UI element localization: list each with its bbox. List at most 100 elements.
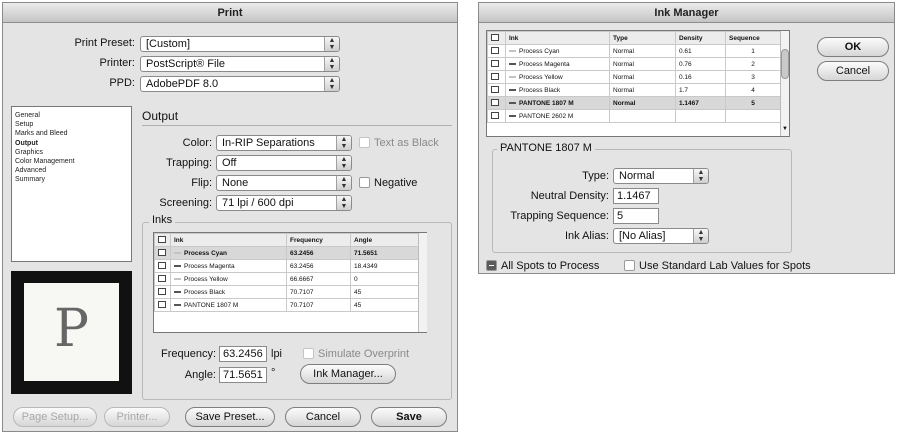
process-icon[interactable] [491, 112, 499, 120]
save-preset-button[interactable]: Save Preset... [185, 407, 275, 427]
ink-type: Normal [609, 44, 676, 58]
sidebar-item-output[interactable]: Output [12, 139, 131, 148]
ink-manager-row[interactable]: Process Black Normal 1.7 4 [487, 83, 781, 97]
sidebar-item-summary[interactable]: Summary [12, 175, 131, 184]
print-preset-select[interactable]: [Custom] ▲ ▼ [140, 36, 340, 52]
ink-screen-grid: Ink Frequency Angle Process Cyan 63.2456… [154, 233, 419, 312]
sequence-column-header[interactable]: Sequence [725, 31, 781, 45]
flip-label: Flip: [191, 177, 212, 189]
ink-row[interactable]: Process Yellow 66.6667 0 [154, 272, 419, 286]
scroll-down-arrow-icon[interactable]: ▼ [782, 126, 788, 132]
ink-alias-select[interactable]: [No Alias] ▲ ▼ [613, 228, 709, 244]
ink-name-cell: Process Magenta [170, 259, 287, 273]
sidebar-item-color-management[interactable]: Color Management [12, 157, 131, 166]
printer-icon[interactable] [158, 249, 166, 257]
angle-column-header[interactable]: Angle [350, 233, 419, 247]
process-icon[interactable] [491, 60, 499, 68]
ink-manager-row[interactable]: PANTONE 1807 M Normal 1.1467 5 [487, 96, 781, 110]
ink-density: 0.76 [675, 57, 726, 71]
printer-select[interactable]: PostScript® File ▲ ▼ [140, 56, 340, 72]
ink-manager-row[interactable]: Process Cyan Normal 0.61 1 [487, 44, 781, 58]
ink-manager-grid: Ink Type Density Sequence Process Cyan N… [487, 31, 781, 123]
ink-table-scrollbar[interactable] [418, 233, 427, 332]
printer-icon[interactable] [158, 275, 166, 283]
cancel-button[interactable]: Cancel [285, 407, 361, 427]
printer-icon[interactable] [158, 288, 166, 296]
process-icon[interactable] [491, 86, 499, 94]
trapping-select[interactable]: Off ▲ ▼ [216, 155, 352, 171]
ink-manager-row[interactable]: Process Magenta Normal 0.76 2 [487, 57, 781, 71]
popup-arrows-icon: ▲ ▼ [336, 196, 351, 210]
page-setup-button[interactable]: Page Setup... [13, 407, 97, 427]
popup-arrows-icon: ▲ ▼ [336, 136, 351, 150]
printer-icon[interactable] [158, 301, 166, 309]
process-icon[interactable] [491, 73, 499, 81]
ink-name: Process Cyan [184, 249, 227, 257]
print-toggle-cell [154, 298, 171, 312]
ink-manager-row[interactable]: PANTONE 2602 M [487, 109, 781, 123]
cancel-button[interactable]: Cancel [817, 61, 889, 81]
scroll-thumb[interactable] [781, 49, 789, 79]
save-button[interactable]: Save [371, 407, 447, 427]
sidebar-item-general[interactable]: General [12, 111, 131, 120]
type-column-header[interactable]: Type [609, 31, 676, 45]
all-spots-to-process-checkbox[interactable] [486, 260, 497, 271]
print-toggle-cell [154, 285, 171, 299]
ink-type-select[interactable]: Normal ▲ ▼ [613, 168, 709, 184]
printer-icon[interactable] [158, 262, 166, 270]
ink-column-header[interactable]: Ink [505, 31, 610, 45]
print-icon-header [154, 233, 171, 247]
all-spots-to-process-label: All Spots to Process [501, 260, 600, 272]
ink-table-header: Ink Frequency Angle [154, 233, 419, 247]
type-label: Type: [582, 170, 609, 182]
color-value: In-RIP Separations [222, 137, 315, 149]
ink-name-cell: PANTONE 2602 M [505, 109, 610, 123]
ink-manager-table: Ink Type Density Sequence Process Cyan N… [486, 30, 790, 137]
print-preset-label: Print Preset: [74, 37, 135, 49]
ink-manager-scrollbar[interactable]: ▼ [780, 31, 789, 136]
ink-manager-button[interactable]: Ink Manager... [300, 364, 396, 384]
simulate-overprint-checkbox[interactable] [303, 348, 314, 359]
print-toggle-cell [154, 272, 171, 286]
sidebar-item-marks-and-bleed[interactable]: Marks and Bleed [12, 129, 131, 138]
process-icon[interactable] [491, 47, 499, 55]
screening-value: 71 lpi / 600 dpi [222, 197, 294, 209]
ink-row[interactable]: Process Magenta 63.2456 18.4349 [154, 259, 419, 273]
ok-button[interactable]: OK [817, 37, 889, 57]
ink-manager-row[interactable]: Process Yellow Normal 0.16 3 [487, 70, 781, 84]
printer-icon [158, 236, 166, 244]
trapping-sequence-field[interactable]: 5 [613, 208, 659, 224]
ink-name: PANTONE 1807 M [184, 301, 239, 309]
screening-select[interactable]: 71 lpi / 600 dpi ▲ ▼ [216, 195, 352, 211]
ink-sequence: 5 [725, 96, 781, 110]
sidebar-item-setup[interactable]: Setup [12, 120, 131, 129]
ink-name-cell: Process Cyan [505, 44, 610, 58]
text-as-black-checkbox[interactable] [359, 137, 370, 148]
sidebar-item-advanced[interactable]: Advanced [12, 166, 131, 175]
ink-sequence: 2 [725, 57, 781, 71]
ink-frequency: 63.2456 [286, 246, 351, 260]
ink-row[interactable]: Process Black 70.7107 45 [154, 285, 419, 299]
standard-lab-values-checkbox[interactable] [624, 260, 635, 271]
flip-select[interactable]: None ▲ ▼ [216, 175, 352, 191]
ink-column-header[interactable]: Ink [170, 233, 287, 247]
angle-field[interactable]: 71.5651 [219, 367, 267, 383]
ink-swatch-icon [509, 114, 516, 117]
frequency-field[interactable]: 63.2456 [219, 346, 267, 362]
ink-swatch-icon [174, 251, 181, 254]
popup-arrows-icon: ▲ ▼ [693, 169, 708, 183]
neutral-density-label: Neutral Density: [530, 190, 609, 202]
spot-icon[interactable] [491, 99, 499, 107]
ink-name-cell: Process Magenta [505, 57, 610, 71]
ink-swatch-icon [174, 290, 181, 293]
printer-button[interactable]: Printer... [104, 407, 170, 427]
ppd-select[interactable]: AdobePDF 8.0 ▲ ▼ [140, 76, 340, 92]
ink-row[interactable]: PANTONE 1807 M 70.7107 45 [154, 298, 419, 312]
neutral-density-field[interactable]: 1.1467 [613, 188, 659, 204]
density-column-header[interactable]: Density [675, 31, 726, 45]
color-select[interactable]: In-RIP Separations ▲ ▼ [216, 135, 352, 151]
sidebar-item-graphics[interactable]: Graphics [12, 148, 131, 157]
ink-row[interactable]: Process Cyan 63.2456 71.5651 [154, 246, 419, 260]
frequency-column-header[interactable]: Frequency [286, 233, 351, 247]
negative-checkbox[interactable] [359, 177, 370, 188]
